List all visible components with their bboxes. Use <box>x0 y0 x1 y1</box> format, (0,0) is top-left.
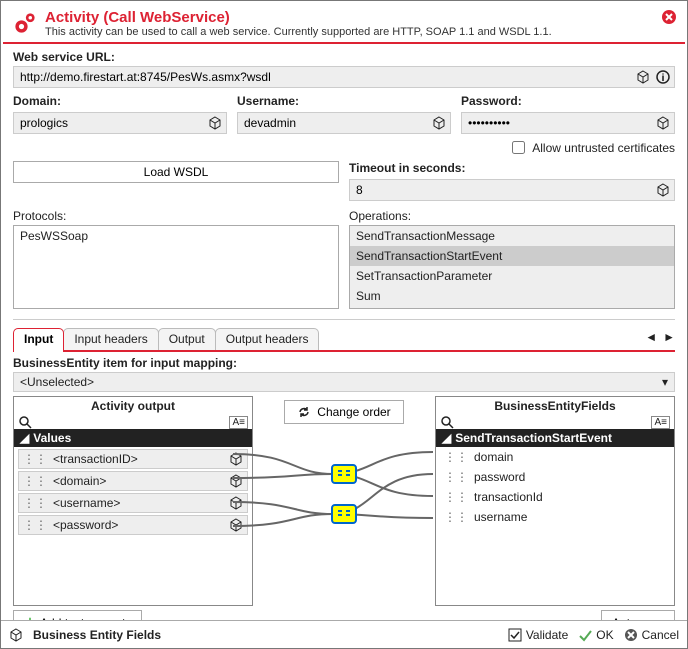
tab-next-icon[interactable]: ► <box>663 330 675 344</box>
operation-item[interactable]: TestWeb <box>350 306 674 309</box>
username-input[interactable] <box>242 115 426 131</box>
dialog-title: Activity (Call WebService) <box>45 9 552 26</box>
tab-output-headers[interactable]: Output headers <box>215 328 320 350</box>
map-node[interactable] <box>331 504 357 524</box>
cancel-icon <box>624 628 638 642</box>
drag-icon[interactable]: ⋮⋮ <box>23 452 47 466</box>
drag-icon[interactable]: ⋮⋮ <box>23 518 47 532</box>
protocol-item[interactable]: PesWSSoap <box>14 226 338 246</box>
domain-label: Domain: <box>13 94 227 108</box>
tab-input[interactable]: Input <box>13 328 64 350</box>
tab-input-headers[interactable]: Input headers <box>63 328 158 350</box>
url-input[interactable] <box>18 69 630 85</box>
search-icon[interactable] <box>440 415 454 429</box>
cube-icon <box>9 628 23 642</box>
password-input[interactable] <box>466 115 650 131</box>
expand-icon[interactable]: ◢ <box>20 431 29 445</box>
gear-icon <box>11 9 39 37</box>
operation-group-label: SendTransactionStartEvent <box>455 431 612 445</box>
row-label: username <box>474 510 666 524</box>
cube-icon[interactable] <box>208 116 222 130</box>
activity-output-panel: Activity output A≡ ◢ Values ⋮⋮ <transactio… <box>13 396 253 606</box>
cube-icon[interactable] <box>432 116 446 130</box>
password-label: Password: <box>461 94 675 108</box>
row-label: <username> <box>53 496 223 510</box>
allow-untrusted-label: Allow untrusted certificates <box>532 141 675 155</box>
cube-icon[interactable] <box>636 70 650 84</box>
username-label: Username: <box>237 94 451 108</box>
drag-icon[interactable]: ⋮⋮ <box>444 470 468 484</box>
validate-icon <box>508 628 522 642</box>
tab-output[interactable]: Output <box>158 328 216 350</box>
entity-field-row[interactable]: ⋮⋮ domain <box>440 447 670 467</box>
chevron-down-icon: ▾ <box>662 375 668 389</box>
row-label: <domain> <box>53 474 223 488</box>
drag-icon[interactable]: ⋮⋮ <box>23 496 47 510</box>
operation-item[interactable]: SendTransactionMessage <box>350 226 674 246</box>
validate-button[interactable]: Validate <box>508 628 568 642</box>
mapping-entity-value: <Unselected> <box>20 375 94 389</box>
close-icon[interactable] <box>661 9 677 25</box>
domain-input[interactable] <box>18 115 202 131</box>
change-order-button[interactable]: Change order <box>284 400 403 424</box>
svg-text:i: i <box>662 73 665 84</box>
load-wsdl-button[interactable]: Load WSDL <box>13 161 339 183</box>
dialog-subtitle: This activity can be used to call a web … <box>45 26 552 38</box>
info-icon[interactable]: i <box>656 70 670 84</box>
check-icon <box>578 628 592 642</box>
cube-icon[interactable] <box>229 452 243 466</box>
values-group-label: Values <box>33 431 71 445</box>
ok-button[interactable]: OK <box>578 628 613 642</box>
activity-output-title: Activity output <box>14 397 252 415</box>
activity-output-row[interactable]: ⋮⋮ <domain> <box>18 471 248 491</box>
sort-icon[interactable]: A≡ <box>651 416 670 429</box>
cube-icon[interactable] <box>229 496 243 510</box>
drag-icon[interactable]: ⋮⋮ <box>444 510 468 524</box>
entity-field-row[interactable]: ⋮⋮ username <box>440 507 670 527</box>
cube-icon[interactable] <box>229 518 243 532</box>
protocols-label: Protocols: <box>13 209 339 223</box>
operation-item[interactable]: SetTransactionParameter <box>350 266 674 286</box>
timeout-label: Timeout in seconds: <box>349 161 675 175</box>
mapping-entity-dropdown[interactable]: <Unselected> ▾ <box>13 372 675 392</box>
operations-list[interactable]: SendTransactionMessageSendTransactionSta… <box>349 225 675 309</box>
expand-icon[interactable]: ◢ <box>442 431 451 445</box>
footer-entity-label: Business Entity Fields <box>33 628 161 642</box>
cancel-button[interactable]: Cancel <box>624 628 679 642</box>
drag-icon[interactable]: ⋮⋮ <box>23 474 47 488</box>
allow-untrusted-checkbox[interactable] <box>512 141 525 154</box>
operation-item[interactable]: Sum <box>350 286 674 306</box>
row-label: <transactionID> <box>53 452 223 466</box>
operation-item[interactable]: SendTransactionStartEvent <box>350 246 674 266</box>
row-label: transactionId <box>474 490 666 504</box>
protocols-list[interactable]: PesWSSoap <box>13 225 339 309</box>
search-icon[interactable] <box>18 415 32 429</box>
entity-field-row[interactable]: ⋮⋮ password <box>440 467 670 487</box>
row-label: <password> <box>53 518 223 532</box>
row-label: domain <box>474 450 666 464</box>
activity-output-row[interactable]: ⋮⋮ <transactionID> <box>18 449 248 469</box>
activity-output-row[interactable]: ⋮⋮ <password> <box>18 515 248 535</box>
tab-prev-icon[interactable]: ◄ <box>645 330 657 344</box>
entity-fields-title: BusinessEntityFields <box>436 397 674 415</box>
cube-icon[interactable] <box>656 183 670 197</box>
drag-icon[interactable]: ⋮⋮ <box>444 490 468 504</box>
sort-icon[interactable]: A≡ <box>229 416 248 429</box>
cube-icon[interactable] <box>229 474 243 488</box>
entity-fields-panel: BusinessEntityFields A≡ ◢ SendTransaction… <box>435 396 675 606</box>
refresh-icon <box>297 405 311 419</box>
entity-field-row[interactable]: ⋮⋮ transactionId <box>440 487 670 507</box>
operations-label: Operations: <box>349 209 675 223</box>
drag-icon[interactable]: ⋮⋮ <box>444 450 468 464</box>
cube-icon[interactable] <box>656 116 670 130</box>
timeout-input[interactable] <box>354 182 650 198</box>
map-node[interactable] <box>331 464 357 484</box>
mapping-heading: BusinessEntity item for input mapping: <box>3 352 685 370</box>
activity-output-row[interactable]: ⋮⋮ <username> <box>18 493 248 513</box>
row-label: password <box>474 470 666 484</box>
url-label: Web service URL: <box>13 50 675 64</box>
